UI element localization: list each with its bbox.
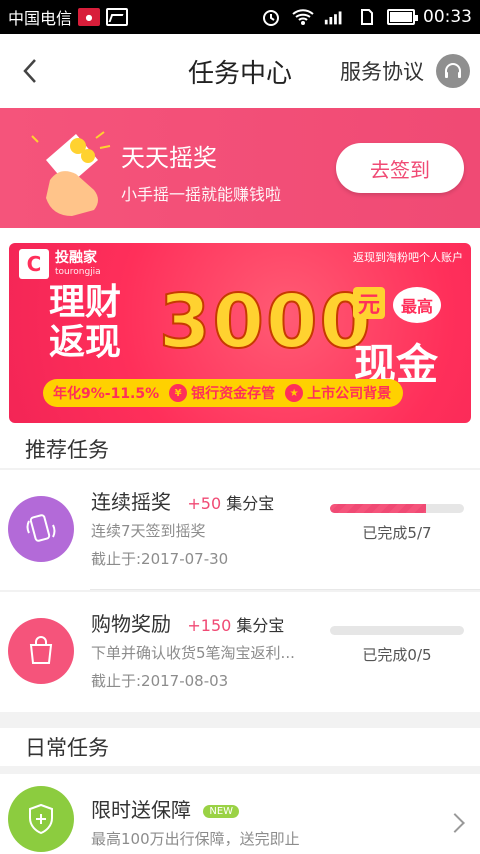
carrier-name: 中国电信 xyxy=(8,9,73,28)
banner-headline-line2: 返现 xyxy=(49,321,122,363)
task-name-label: 连续摇奖 xyxy=(91,490,171,514)
banner-section: C 投融家 tourongjia 返现到淘粉吧个人账户 理财 返现 3000 元… xyxy=(0,228,480,432)
shopping-bag-icon xyxy=(8,618,74,684)
task-description: 连续7天签到摇奖 xyxy=(91,522,206,540)
bank-icon: ¥ xyxy=(169,384,188,402)
banner-headline: 理财 返现 xyxy=(49,283,121,362)
task-description: 最高100万出行保障，送完即止 xyxy=(91,830,300,848)
daily-section-title: 日常任务 xyxy=(0,728,480,766)
service-agreement-link[interactable]: 服务协议 xyxy=(340,56,424,86)
banner-feature-1-label: 银行资金存管 xyxy=(191,386,276,402)
task-name-label: 购物奖励 xyxy=(91,612,171,636)
banner-max-tag: 最高 xyxy=(393,287,441,323)
task-reward-unit: 集分宝 xyxy=(236,616,285,635)
status-bar: 中国电信 ● 00:33 xyxy=(0,0,480,34)
daily-title: 日常任务 xyxy=(25,736,109,760)
wifi-icon xyxy=(291,8,315,26)
battery-icon xyxy=(387,9,418,25)
task-reward: +50 集分宝 xyxy=(187,494,274,513)
headset-icon xyxy=(445,63,461,78)
banner-feature-2-label: 上市公司背景 xyxy=(307,386,392,402)
task-name: 购物奖励 +150 集分宝 xyxy=(91,608,284,637)
banner-logo: C 投融家 tourongjia xyxy=(19,249,101,279)
brand-logo-icon: C xyxy=(19,249,49,279)
phone-shake-icon xyxy=(8,496,74,562)
app-header: 任务中心 服务协议 xyxy=(0,34,480,108)
customer-service-button[interactable] xyxy=(436,54,470,88)
ad-banner[interactable]: C 投融家 tourongjia 返现到淘粉吧个人账户 理财 返现 3000 元… xyxy=(9,243,471,423)
task-reward: +150 集分宝 xyxy=(187,616,284,635)
back-button[interactable] xyxy=(0,34,60,108)
new-badge: NEW xyxy=(203,805,240,818)
image-notification-icon xyxy=(106,8,129,26)
shield-plus-icon xyxy=(8,786,74,852)
task-progress-fill xyxy=(330,504,426,513)
promo-subtitle: 小手摇一摇就能赚钱啦 xyxy=(121,185,282,204)
task-progress-bar xyxy=(330,504,464,513)
promo-title: 天天摇奖 xyxy=(121,144,217,172)
task-row[interactable]: 连续摇奖 +50 集分宝 连续7天签到摇奖 截止于:2017-07-30 已完成… xyxy=(0,470,480,590)
banner-headline-line1: 理财 xyxy=(49,282,122,323)
notification-app-icon: ● xyxy=(78,8,101,26)
banner-rate: 年化9%-11.5% xyxy=(53,386,160,402)
task-deadline: 截止于:2017-07-30 xyxy=(91,550,229,568)
banner-feature-1: ¥ 银行资金存管 xyxy=(169,383,275,403)
task-progress-text: 已完成5/7 xyxy=(362,524,432,542)
star-shield-icon: ★ xyxy=(285,384,304,402)
task-reward-amount: +150 xyxy=(187,616,232,635)
recommended-section-title: 推荐任务 xyxy=(0,430,480,468)
banner-feature-strip: 年化9%-11.5% ¥ 银行资金存管 ★ 上市公司背景 xyxy=(43,379,403,407)
banner-brand-sub: tourongjia xyxy=(55,266,101,277)
sim-icon xyxy=(355,8,379,26)
task-name-label: 限时送保障 xyxy=(91,798,191,822)
task-progress-text: 已完成0/5 xyxy=(362,646,432,664)
banner-corner-text: 返现到淘粉吧个人账户 xyxy=(353,251,463,264)
recommended-title: 推荐任务 xyxy=(25,438,109,462)
task-deadline: 截止于:2017-08-03 xyxy=(91,672,229,690)
task-description: 下单并确认收货5笔淘宝返利... xyxy=(91,644,295,662)
task-reward-amount: +50 xyxy=(187,494,222,513)
task-name: 连续摇奖 +50 集分宝 xyxy=(91,486,274,515)
task-progress-bar xyxy=(330,626,464,635)
signin-button[interactable]: 去签到 xyxy=(336,143,464,193)
clock: 00:33 xyxy=(423,7,472,27)
task-row[interactable]: 购物奖励 +150 集分宝 下单并确认收货5笔淘宝返利... 截止于:2017-… xyxy=(0,592,480,712)
chevron-right-icon xyxy=(445,813,465,833)
banner-feature-2: ★ 上市公司背景 xyxy=(285,383,391,403)
task-reward-unit: 集分宝 xyxy=(226,494,275,513)
banner-amount-unit: 元 xyxy=(353,287,385,319)
signal-icon xyxy=(323,8,347,26)
alarm-icon xyxy=(259,8,283,26)
chevron-left-icon xyxy=(23,59,36,83)
task-name: 限时送保障 NEW xyxy=(91,794,240,823)
hand-shaking-phone-icon xyxy=(31,131,111,216)
banner-brand-name: 投融家 xyxy=(55,250,97,267)
banner-amount: 3000 xyxy=(158,278,373,366)
daily-task-row[interactable]: 限时送保障 NEW 最高100万出行保障，送完即止 xyxy=(0,774,480,854)
daily-lottery-promo: 天天摇奖 小手摇一摇就能赚钱啦 去签到 xyxy=(0,108,480,228)
